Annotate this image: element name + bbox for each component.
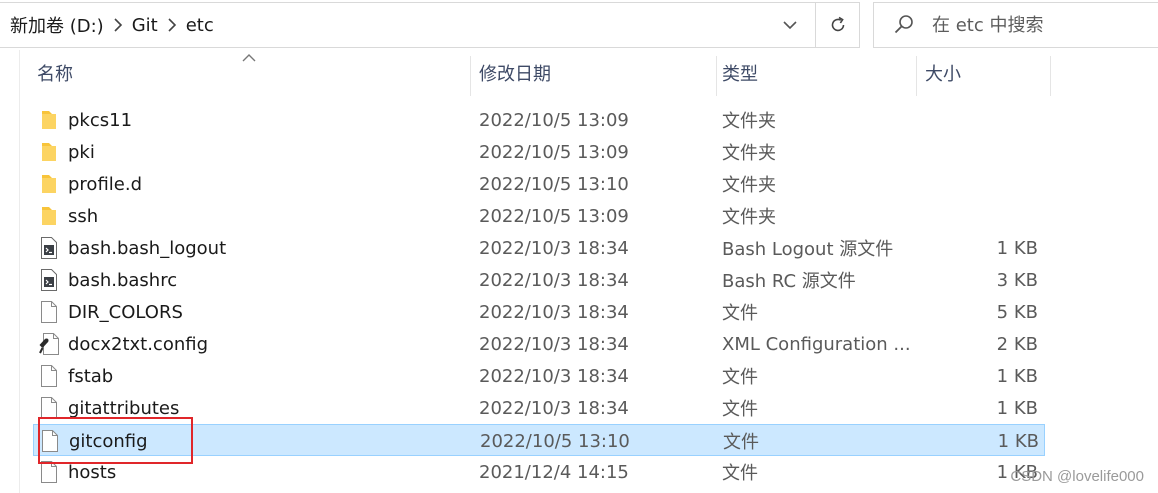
file-name: profile.d: [68, 173, 143, 195]
file-name: bash.bashrc: [68, 269, 178, 291]
file-modified-date: 2021/12/4 14:15: [479, 461, 629, 483]
file-name: DIR_COLORS: [68, 301, 183, 323]
top-bar: 新加卷 (D:) Git etc: [0, 0, 1158, 50]
search-box[interactable]: [873, 2, 1158, 48]
file-size: 5 KB: [996, 301, 1038, 323]
chevron-right-icon[interactable]: [104, 3, 132, 47]
file-size: [913, 168, 1038, 200]
file-modified-date: 2022/10/5 13:09: [479, 141, 629, 163]
breadcrumb-etc[interactable]: etc: [186, 15, 214, 36]
file-row[interactable]: bash.bash_logout 2022/10/3 18:34 Bash Lo…: [33, 232, 1045, 264]
file-type: 文件夹: [722, 207, 776, 228]
file-name: pkcs11: [68, 109, 133, 131]
file-modified-date: 2022/10/3 18:34: [479, 333, 629, 355]
file-modified-date: 2022/10/5 13:09: [479, 109, 629, 131]
file-name: ssh: [68, 205, 99, 227]
file-icon: [38, 425, 62, 457]
file-type: Bash Logout 源文件: [722, 239, 894, 260]
file-name: hosts: [68, 461, 117, 483]
file-modified-date: 2022/10/3 18:34: [479, 301, 629, 323]
file-icon: [37, 456, 61, 488]
file-type: 文件: [722, 399, 758, 420]
search-input[interactable]: [932, 9, 1152, 41]
script-file-icon: [37, 232, 61, 264]
folder-icon: [37, 168, 61, 200]
file-size: 2 KB: [996, 333, 1038, 355]
file-icon: [37, 360, 61, 392]
file-row[interactable]: profile.d 2022/10/5 13:10 文件夹: [33, 168, 1045, 200]
chevron-down-icon: [783, 21, 797, 30]
file-row[interactable]: gitattributes 2022/10/3 18:34 文件 1 KB: [33, 392, 1045, 424]
file-name: docx2txt.config: [68, 333, 209, 355]
file-name: bash.bash_logout: [68, 237, 227, 259]
chevron-right-icon[interactable]: [158, 3, 186, 47]
folder-icon: [37, 136, 61, 168]
folder-icon: [37, 200, 61, 232]
file-modified-date: 2022/10/5 13:10: [480, 430, 630, 452]
file-row-selected[interactable]: gitconfig 2022/10/5 13:10 文件 1 KB: [33, 424, 1045, 456]
script-file-icon: [37, 264, 61, 296]
file-row[interactable]: hosts 2021/12/4 14:15 文件 1 KB: [33, 456, 1045, 488]
file-type: XML Configuration ...: [722, 333, 911, 355]
file-type: 文件: [722, 463, 758, 484]
search-icon: [894, 15, 913, 34]
navigation-pane-edge: [0, 50, 20, 493]
file-row[interactable]: bash.bashrc 2022/10/3 18:34 Bash RC 源文件 …: [33, 264, 1045, 296]
config-file-icon: [37, 328, 61, 360]
file-type: 文件夹: [722, 111, 776, 132]
file-row[interactable]: DIR_COLORS 2022/10/3 18:34 文件 5 KB: [33, 296, 1045, 328]
column-size[interactable]: 大小: [908, 50, 1048, 96]
file-type: 文件夹: [722, 175, 776, 196]
file-size: [913, 136, 1038, 168]
column-name[interactable]: 名称: [20, 50, 470, 96]
file-type: 文件: [722, 303, 758, 324]
file-icon: [37, 296, 61, 328]
address-bar[interactable]: 新加卷 (D:) Git etc: [0, 2, 860, 48]
column-date[interactable]: 修改日期: [462, 50, 713, 96]
file-size: 1 KB: [997, 430, 1039, 452]
file-type: 文件: [723, 432, 759, 453]
breadcrumb: 新加卷 (D:) Git etc: [10, 3, 214, 47]
file-type: Bash RC 源文件: [722, 271, 856, 292]
column-divider[interactable]: [1050, 56, 1051, 96]
file-size: [913, 200, 1038, 232]
file-type: 文件夹: [722, 143, 776, 164]
file-row[interactable]: pkcs11 2022/10/5 13:09 文件夹: [33, 104, 1045, 136]
column-header: 名称 修改日期 类型 大小: [20, 50, 1051, 96]
file-size: 1 KB: [996, 237, 1038, 259]
file-row[interactable]: pki 2022/10/5 13:09 文件夹: [33, 136, 1045, 168]
file-name: pki: [68, 141, 95, 163]
file-name: gitconfig: [69, 430, 148, 452]
refresh-icon: [831, 16, 844, 32]
file-size: [913, 104, 1038, 136]
file-modified-date: 2022/10/3 18:34: [479, 269, 629, 291]
file-modified-date: 2022/10/5 13:09: [479, 205, 629, 227]
file-row[interactable]: docx2txt.config 2022/10/3 18:34 XML Conf…: [33, 328, 1045, 360]
file-modified-date: 2022/10/3 18:34: [479, 237, 629, 259]
watermark: CSDN @lovelife000: [1010, 468, 1144, 485]
file-row[interactable]: fstab 2022/10/3 18:34 文件 1 KB: [33, 360, 1045, 392]
file-icon: [37, 392, 61, 424]
column-type[interactable]: 类型: [705, 50, 915, 96]
file-modified-date: 2022/10/3 18:34: [479, 397, 629, 419]
file-name: fstab: [68, 365, 114, 387]
file-modified-date: 2022/10/5 13:10: [479, 173, 629, 195]
file-row[interactable]: ssh 2022/10/5 13:09 文件夹: [33, 200, 1045, 232]
file-size: 1 KB: [996, 365, 1038, 387]
address-history-button[interactable]: [766, 3, 814, 47]
file-size: 3 KB: [996, 269, 1038, 291]
breadcrumb-git[interactable]: Git: [132, 15, 158, 36]
file-size: 1 KB: [996, 397, 1038, 419]
file-modified-date: 2022/10/3 18:34: [479, 365, 629, 387]
breadcrumb-drive[interactable]: 新加卷 (D:): [10, 12, 104, 38]
folder-icon: [37, 104, 61, 136]
file-type: 文件: [722, 367, 758, 388]
refresh-button[interactable]: [816, 3, 859, 47]
file-name: gitattributes: [68, 397, 180, 419]
